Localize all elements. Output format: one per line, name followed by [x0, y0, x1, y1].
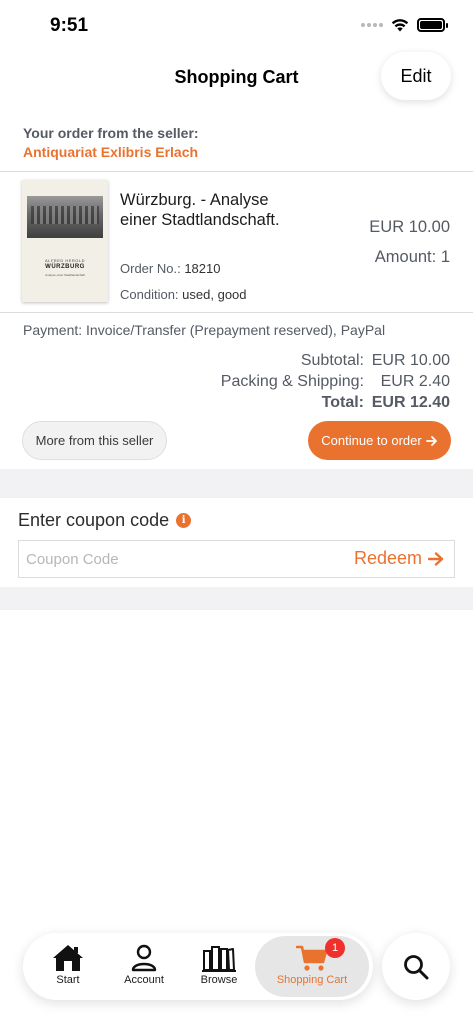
shipping-value: EUR 2.40	[380, 373, 450, 390]
amount-label: Amount:	[374, 248, 437, 266]
subtotal-value: EUR 10.00	[371, 352, 450, 369]
tab-label: Shopping Cart	[276, 974, 348, 986]
item-amount: Amount: 1	[375, 248, 450, 267]
condition-label: Condition:	[120, 287, 179, 302]
item-condition: Condition: used, good	[120, 287, 247, 302]
tab-browse[interactable]: Browse	[187, 933, 251, 1000]
status-time: 9:51	[50, 15, 89, 36]
condition-value: used, good	[182, 287, 247, 302]
cover-subtitle: Analyse einer Stadtlandschaft	[45, 273, 85, 277]
amount-value: 1	[440, 248, 450, 266]
cover-photo	[27, 196, 103, 238]
search-button[interactable]	[382, 933, 450, 1000]
section-separator	[0, 587, 473, 610]
tab-bar: Start Account Browse Shopping Cart 1	[23, 933, 373, 1000]
more-from-seller-button[interactable]: More from this seller	[22, 421, 167, 460]
person-icon	[131, 944, 157, 972]
home-icon	[53, 945, 83, 971]
tab-label: Account	[124, 974, 164, 986]
item-price: EUR 10.00	[369, 218, 450, 236]
redeem-label: Redeem	[353, 548, 422, 568]
battery-icon	[417, 18, 448, 32]
total-label: Total:	[321, 394, 364, 411]
subtotal-label: Subtotal:	[300, 352, 364, 369]
coupon-field: Redeem	[18, 540, 455, 578]
tab-label: Browse	[200, 974, 238, 986]
coupon-section-title: Enter coupon code i	[18, 510, 192, 531]
coupon-title-text: Enter coupon code	[18, 510, 170, 530]
search-icon	[404, 954, 429, 979]
redeem-button[interactable]: Redeem	[354, 548, 444, 569]
seller-name-link[interactable]: Antiquariat Exlibris Erlach	[23, 144, 199, 160]
arrow-right-icon	[425, 435, 437, 446]
cart-count-badge: 1	[325, 938, 345, 958]
order-number: Order No.: 18210	[120, 261, 220, 276]
cover-title: WÜRZBURG	[45, 264, 85, 270]
total-value: EUR 12.40	[371, 394, 450, 411]
wifi-icon	[391, 19, 409, 32]
status-bar: 9:51	[0, 0, 473, 52]
seller-caption: Your order from the seller:	[23, 125, 199, 141]
order-number-label: Order No.:	[120, 261, 181, 276]
shipping-row: Packing & Shipping: EUR 2.40	[150, 371, 450, 392]
arrow-right-icon	[428, 551, 444, 566]
continue-to-order-button[interactable]: Continue to order	[308, 421, 451, 460]
continue-label: Continue to order	[321, 433, 422, 448]
subtotal-row: Subtotal: EUR 10.00	[150, 350, 450, 371]
order-number-value: 18210	[184, 261, 221, 276]
tab-shopping-cart[interactable]: Shopping Cart 1	[255, 936, 369, 997]
navigation-bar: Shopping Cart Edit	[0, 52, 473, 102]
shipping-label: Packing & Shipping:	[220, 373, 364, 390]
info-icon[interactable]: i	[176, 513, 192, 528]
payment-methods: Payment: Invoice/Transfer (Prepayment re…	[23, 322, 386, 338]
status-icons	[361, 18, 448, 32]
tab-start[interactable]: Start	[37, 933, 99, 1000]
tab-account[interactable]: Account	[111, 933, 177, 1000]
tab-label: Start	[56, 974, 80, 986]
divider	[0, 312, 473, 313]
seller-header: Your order from the seller: Antiquariat …	[23, 125, 199, 160]
section-separator	[0, 469, 473, 498]
item-title[interactable]: Würzburg. - Analyse einer Stadtlandschaf…	[120, 190, 280, 230]
book-cover-image[interactable]: ALFRED HEROLD WÜRZBURG Analyse einer Sta…	[22, 180, 108, 302]
cart-item[interactable]: ALFRED HEROLD WÜRZBURG Analyse einer Sta…	[0, 172, 473, 312]
cellular-signal-icon	[361, 23, 383, 27]
order-totals: Subtotal: EUR 10.00 Packing & Shipping: …	[150, 350, 450, 413]
books-icon	[202, 946, 236, 972]
edit-button[interactable]: Edit	[381, 52, 451, 100]
coupon-code-input[interactable]	[19, 541, 339, 577]
total-row: Total: EUR 12.40	[150, 392, 450, 413]
cover-author: ALFRED HEROLD	[44, 258, 86, 263]
cart-icon	[296, 945, 328, 971]
